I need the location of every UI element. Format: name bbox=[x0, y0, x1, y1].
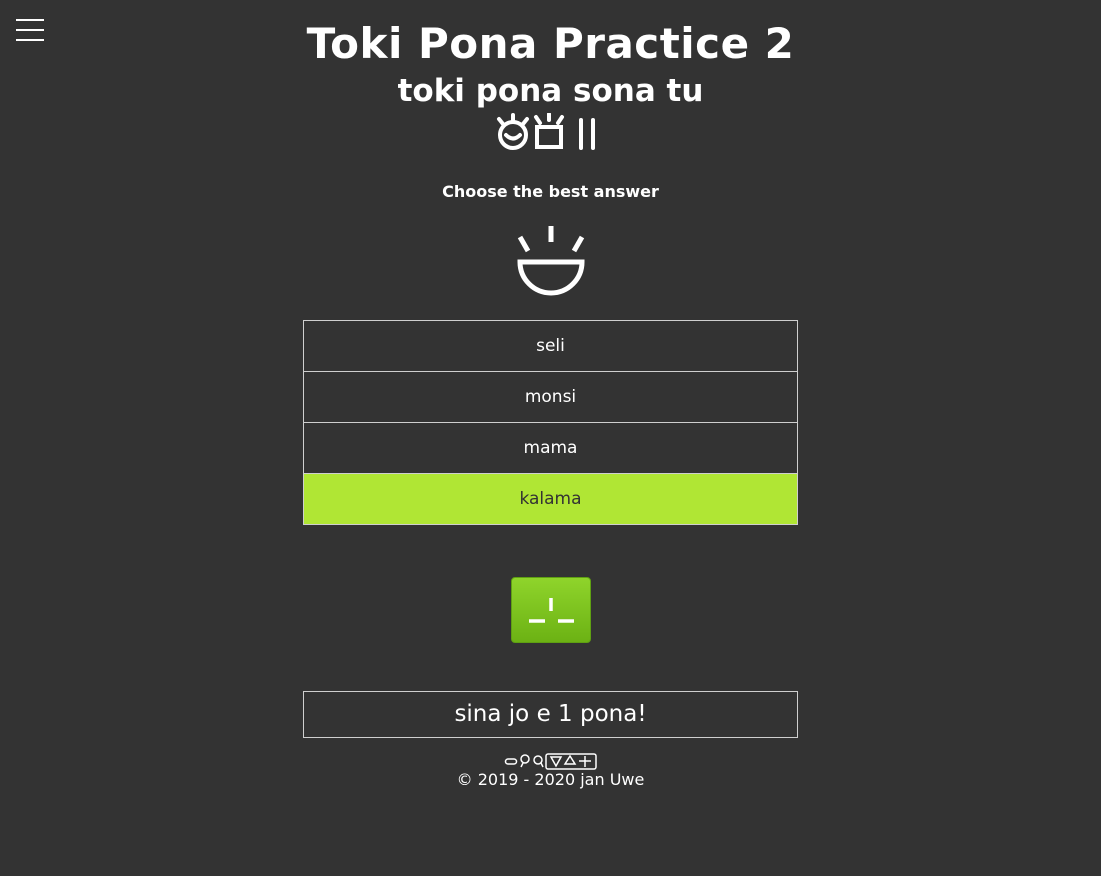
answer-option-kalama[interactable]: kalama bbox=[303, 473, 798, 525]
jan-uwe-cartouche-icon bbox=[504, 753, 597, 770]
tu-glyph-icon bbox=[579, 118, 595, 150]
kalama-glyph-icon bbox=[517, 226, 585, 296]
check-answer-button[interactable] bbox=[511, 577, 591, 643]
sona-glyph-icon bbox=[534, 113, 564, 149]
page-title: Toki Pona Practice 2 bbox=[306, 19, 795, 68]
instruction-text: Choose the best answer bbox=[442, 182, 659, 201]
pona-glyph-icon bbox=[529, 598, 574, 623]
answer-options: seli monsi mama kalama bbox=[303, 320, 798, 525]
copyright-text: © 2019 - 2020 jan Uwe bbox=[456, 770, 645, 789]
toki-glyph-icon bbox=[497, 113, 529, 150]
page-subtitle: toki pona sona tu bbox=[397, 73, 704, 109]
answer-option-seli[interactable]: seli bbox=[303, 320, 798, 372]
result-message: sina jo e 1 pona! bbox=[303, 691, 798, 738]
sitelen-pona-subtitle-icon bbox=[497, 113, 595, 150]
answer-option-monsi[interactable]: monsi bbox=[303, 371, 798, 423]
answer-option-mama[interactable]: mama bbox=[303, 422, 798, 474]
